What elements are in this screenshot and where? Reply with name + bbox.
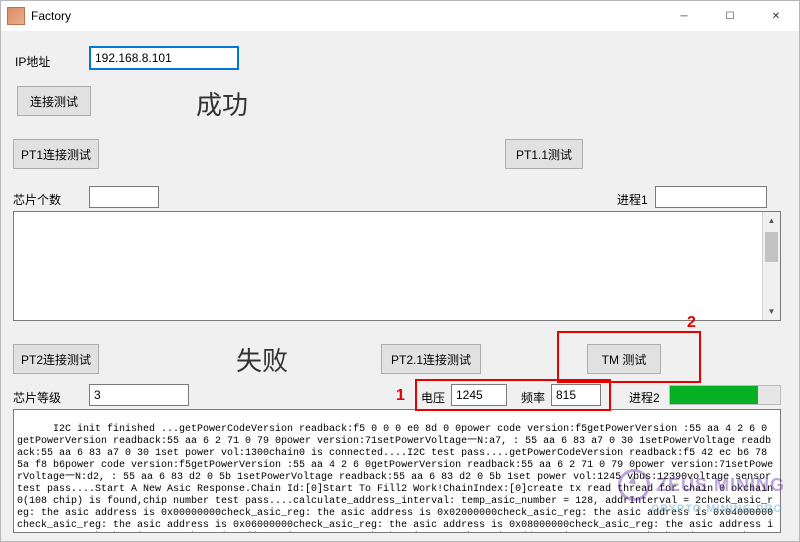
chip-grade-label: 芯片等级 (13, 389, 61, 406)
annotation-2: 2 (687, 314, 696, 332)
ip-label: IP地址 (15, 53, 50, 70)
window-title: Factory (31, 9, 71, 23)
log2-textarea[interactable]: I2C init finished ...getPowerCodeVersion… (13, 409, 781, 533)
scroll-thumb[interactable] (765, 232, 778, 262)
app-icon (7, 7, 25, 25)
voltage-label: 电压 (421, 389, 445, 406)
pt1-connect-test-button[interactable]: PT1连接测试 (13, 139, 99, 169)
thread2-label: 进程2 (629, 389, 660, 406)
connect-test-button[interactable]: 连接测试 (17, 86, 91, 116)
app-window: Factory ─ ☐ ✕ IP地址 连接测试 成功 PT1连接测试 PT1.1… (0, 0, 800, 542)
chip-grade-input[interactable] (89, 384, 189, 406)
pt2-connect-test-button[interactable]: PT2连接测试 (13, 344, 99, 374)
maximize-button[interactable]: ☐ (707, 1, 753, 31)
log1-content (17, 214, 760, 318)
thread1-input[interactable] (655, 186, 767, 208)
chip-count-label: 芯片个数 (13, 191, 61, 208)
thread2-progress (669, 385, 781, 405)
freq-label: 频率 (521, 389, 545, 406)
log1-textarea[interactable]: ▲ ▼ (13, 211, 781, 321)
voltage-input[interactable] (451, 384, 507, 406)
ip-input[interactable] (89, 46, 239, 70)
pt11-test-button[interactable]: PT1.1测试 (505, 139, 583, 169)
client-area: IP地址 连接测试 成功 PT1连接测试 PT1.1测试 芯片个数 进程1 ▲ … (1, 31, 799, 541)
scroll-up-icon[interactable]: ▲ (763, 212, 780, 229)
status-top: 成功 (196, 85, 248, 122)
close-button[interactable]: ✕ (753, 1, 799, 31)
thread2-progress-fill (670, 386, 758, 404)
status-bottom: 失败 (236, 341, 288, 378)
minimize-button[interactable]: ─ (661, 1, 707, 31)
chip-count-input[interactable] (89, 186, 159, 208)
freq-input[interactable] (551, 384, 601, 406)
thread1-label: 进程1 (617, 191, 648, 208)
log2-content: I2C init finished ...getPowerCodeVersion… (17, 424, 777, 533)
pt21-connect-test-button[interactable]: PT2.1连接测试 (381, 344, 481, 374)
tm-test-button[interactable]: TM 测试 (587, 344, 661, 374)
titlebar: Factory ─ ☐ ✕ (1, 1, 799, 32)
log1-scrollbar[interactable]: ▲ ▼ (762, 212, 780, 320)
scroll-down-icon[interactable]: ▼ (763, 303, 780, 320)
annotation-1: 1 (396, 387, 405, 405)
